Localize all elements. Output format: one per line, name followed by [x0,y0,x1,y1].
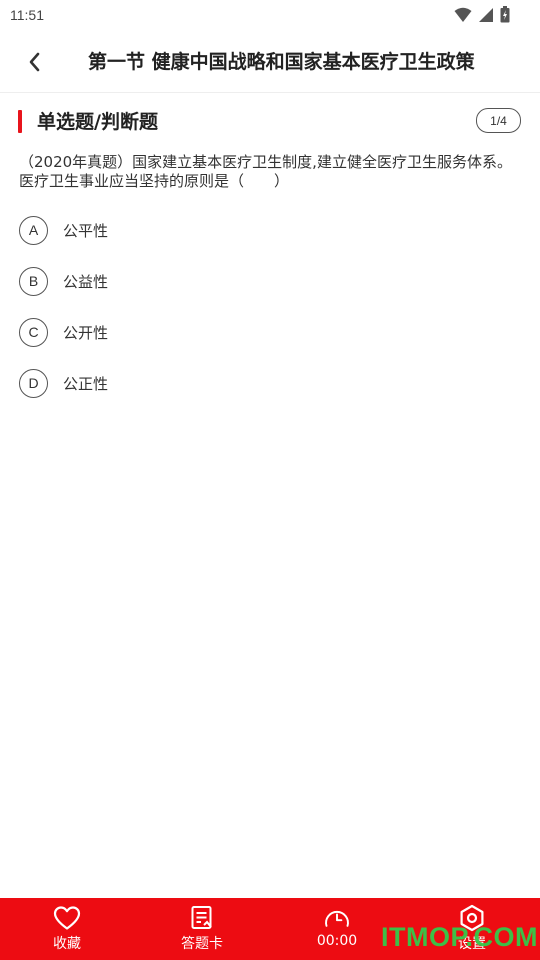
option-text: 公益性 [63,272,109,291]
watermark: ITMOP.COM [381,922,539,952]
back-chevron-icon [29,52,40,72]
option-a[interactable]: A 公平性 [19,214,419,246]
option-b[interactable]: B 公益性 [19,265,419,297]
question-progress-badge: 1/4 [476,108,521,133]
favorite-label: 收藏 [53,936,81,952]
option-c[interactable]: C 公开性 [19,316,419,348]
status-icons [454,6,510,23]
favorite-button[interactable]: 收藏 [22,898,112,960]
status-time: 11:51 [10,7,44,23]
header: 第一节 健康中国战略和国家基本医疗卫生政策 [0,30,540,93]
section-title: 单选题/判断题 [37,111,158,133]
battery-icon [500,6,510,23]
timer-icon [325,910,349,927]
answer-card-button[interactable]: 答题卡 [157,898,247,960]
option-letter: A [19,215,48,245]
answer-card-icon [191,906,212,929]
option-text: 公正性 [63,374,109,393]
section-header: 单选题/判断题 1/4 [0,104,540,136]
question-text: （2020年真题）国家建立基本医疗卫生制度,建立健全医疗卫生服务体系。医疗卫生事… [19,153,512,190]
timer-label: 00:00 [316,933,358,949]
timer-display: 00:00 [292,898,382,960]
option-text: 公开性 [63,323,109,342]
signal-icon [479,7,493,22]
option-letter: D [19,368,48,398]
accent-bar [18,110,22,133]
wifi-icon [454,7,472,22]
page-title: 第一节 健康中国战略和国家基本医疗卫生政策 [88,51,475,73]
option-letter: C [19,317,48,347]
option-text: 公平性 [63,221,109,240]
back-button[interactable] [20,48,48,76]
option-d[interactable]: D 公正性 [19,367,419,399]
answer-card-label: 答题卡 [181,936,223,952]
heart-icon [53,906,81,930]
option-letter: B [19,266,48,296]
status-bar: 11:51 [0,0,540,30]
